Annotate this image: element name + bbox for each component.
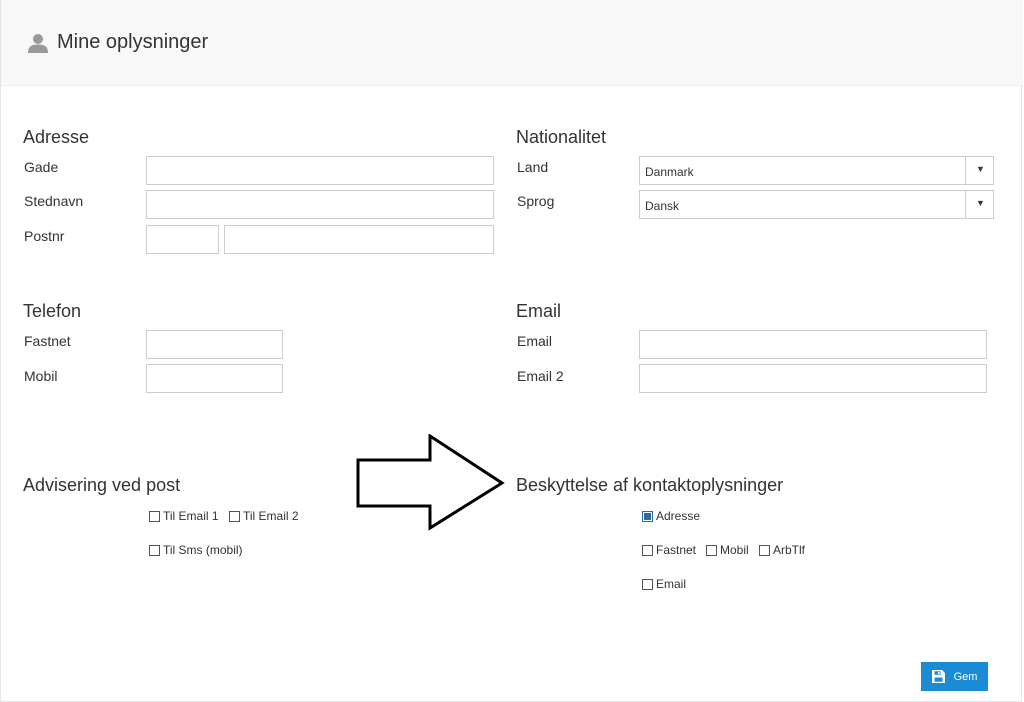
save-button[interactable]: Gem — [921, 662, 988, 691]
postnr-label: Postnr — [24, 228, 65, 244]
checkbox-label: Adresse — [656, 509, 701, 523]
checkbox-box[interactable] — [642, 578, 653, 590]
checkbox-email[interactable]: Email — [642, 577, 686, 591]
beskyttelse-title: Beskyttelse af kontaktoplysninger — [516, 475, 784, 495]
checkbox-box-checked[interactable] — [642, 510, 653, 522]
email-input[interactable] — [639, 330, 987, 359]
checkbox-mobil[interactable]: Mobil — [706, 543, 749, 557]
by-input[interactable] — [224, 225, 494, 254]
caret-down-icon: ▼ — [976, 198, 985, 208]
checkbox-box[interactable] — [706, 544, 717, 556]
checkbox-label: Til Sms (mobil) — [163, 543, 243, 557]
land-select-value: Danmark — [645, 165, 694, 179]
checkbox-label: Mobil — [720, 543, 749, 557]
panel-header: Mine oplysninger — [1, 0, 1023, 86]
mobil-label: Mobil — [24, 368, 58, 384]
email2-input[interactable] — [639, 364, 987, 393]
checkbox-label: Email — [656, 577, 687, 591]
gade-label: Gade — [24, 159, 59, 175]
telefon-title: Telefon — [23, 301, 82, 321]
gade-input[interactable] — [146, 156, 494, 185]
checkbox-til-email-1[interactable]: Til Email 1 — [149, 509, 219, 523]
advisering-title: Advisering ved post — [23, 475, 181, 495]
checkbox-til-email-2[interactable]: Til Email 2 — [229, 509, 299, 523]
checkbox-box[interactable] — [642, 544, 653, 556]
sprog-label: Sprog — [517, 193, 555, 209]
checkbox-adresse[interactable]: Adresse — [642, 509, 700, 523]
checkbox-box[interactable] — [759, 544, 770, 556]
checkbox-label: Fastnet — [656, 543, 697, 557]
postnr-input[interactable] — [146, 225, 219, 254]
caret-down-icon: ▼ — [976, 164, 985, 174]
checkbox-box[interactable] — [149, 544, 160, 556]
email-title: Email — [516, 301, 562, 321]
checkbox-box[interactable] — [149, 510, 160, 522]
fastnet-input[interactable] — [146, 330, 283, 359]
sprog-select-value: Dansk — [645, 199, 680, 213]
sprog-dropdown-button[interactable]: ▼ — [965, 191, 993, 218]
email2-label: Email 2 — [517, 368, 564, 384]
page-title: Mine oplysninger — [57, 31, 209, 53]
checkbox-til-sms[interactable]: Til Sms (mobil) — [149, 543, 243, 557]
checkbox-label: ArbTlf — [773, 543, 806, 557]
email-label: Email — [517, 333, 553, 349]
checkbox-fastnet[interactable]: Fastnet — [642, 543, 696, 557]
user-icon — [28, 34, 48, 53]
mobil-input[interactable] — [146, 364, 283, 393]
sprog-select[interactable]: Dansk ▼ — [639, 190, 994, 219]
adresse-title: Adresse — [23, 127, 90, 147]
fastnet-label: Fastnet — [24, 333, 71, 349]
land-label: Land — [517, 159, 549, 175]
checkbox-box[interactable] — [229, 510, 240, 522]
save-button-label: Gem — [953, 670, 978, 683]
land-select[interactable]: Danmark ▼ — [639, 156, 994, 185]
checkbox-arbtlf[interactable]: ArbTlf — [759, 543, 805, 557]
stednavn-input[interactable] — [146, 190, 494, 219]
checkbox-label: Til Email 2 — [243, 509, 299, 523]
arrow-right-icon — [356, 434, 505, 531]
nationalitet-title: Nationalitet — [516, 127, 607, 147]
land-dropdown-button[interactable]: ▼ — [965, 157, 993, 184]
floppy-disk-icon — [931, 670, 945, 683]
stednavn-label: Stednavn — [24, 193, 84, 209]
checkbox-label: Til Email 1 — [163, 509, 219, 523]
profile-panel: Mine oplysninger Adresse Gade Stednavn P… — [0, 0, 1023, 702]
